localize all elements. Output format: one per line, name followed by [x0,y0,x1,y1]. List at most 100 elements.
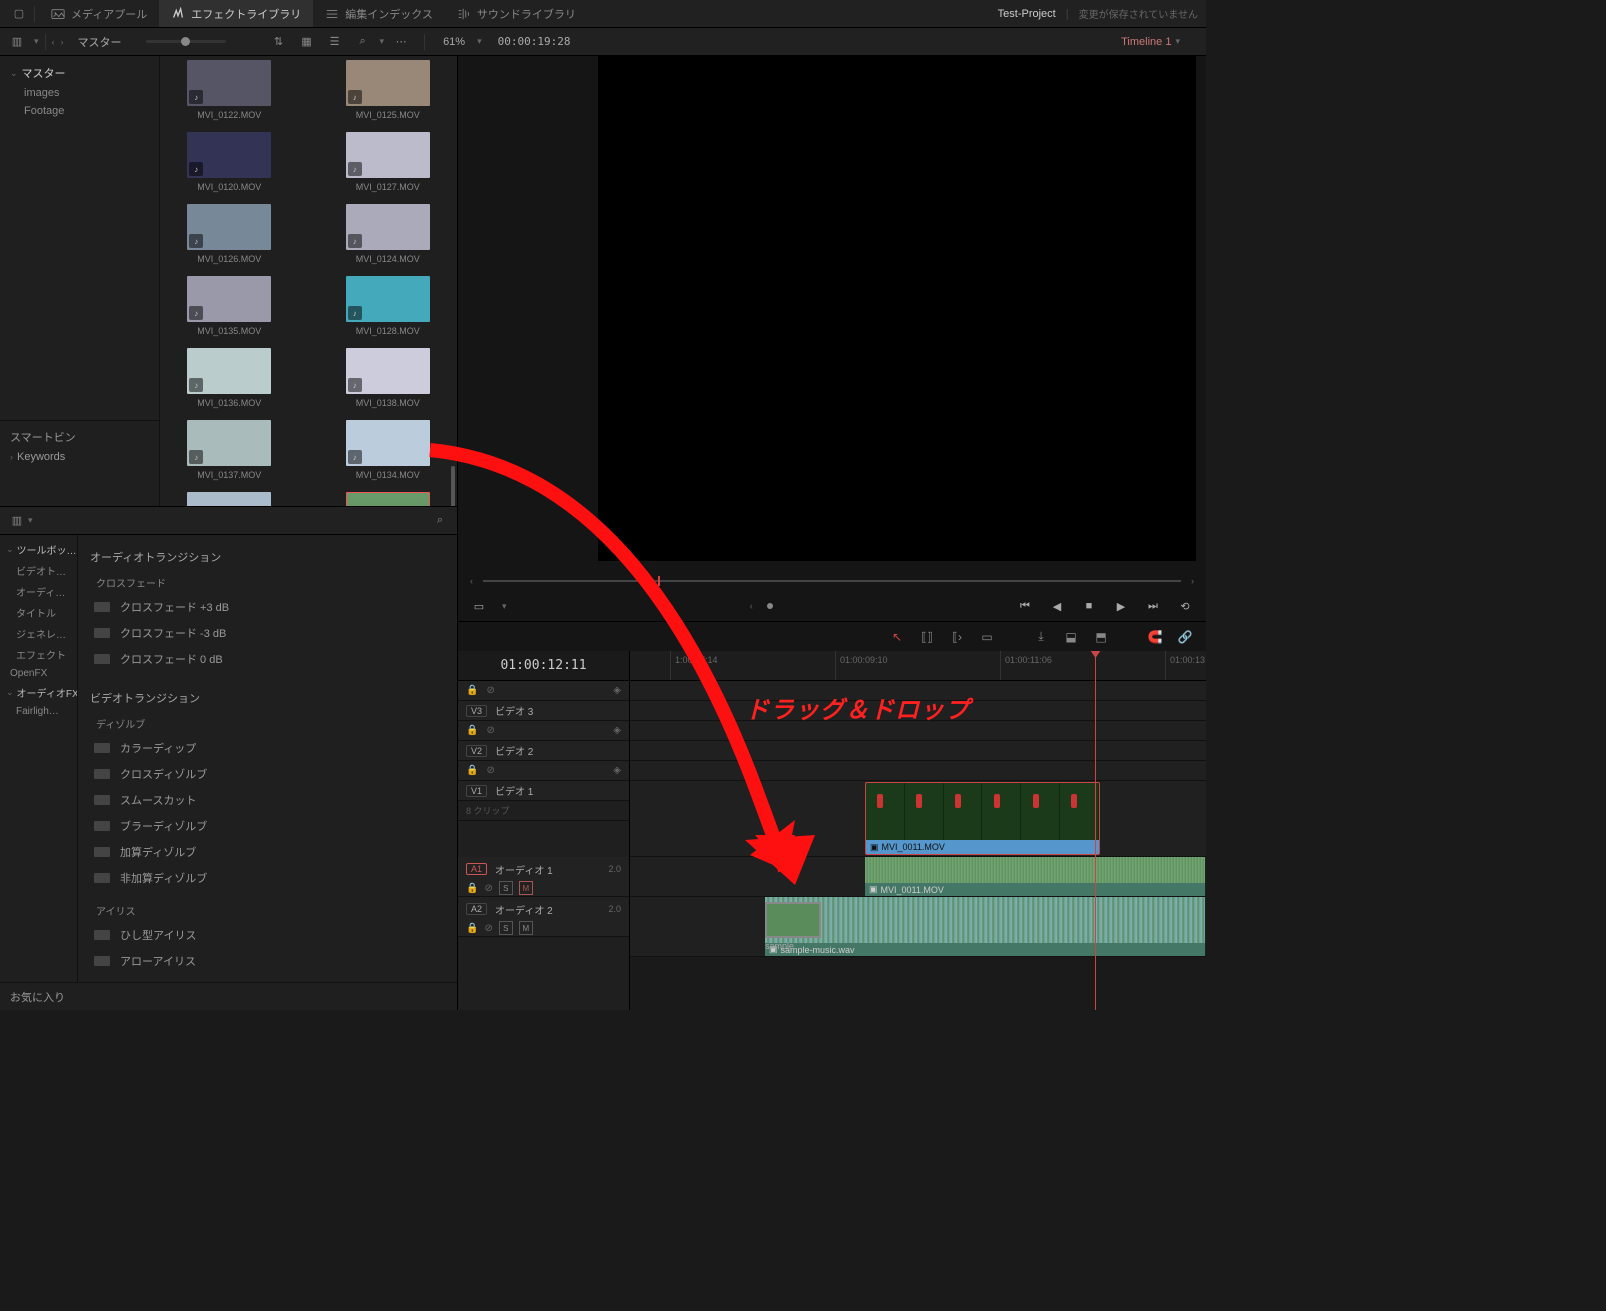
scrub-track[interactable] [483,580,1181,582]
fx-item[interactable]: カラーディップ [90,735,445,761]
media-clip[interactable]: ♪MVI_0135.MOV [170,276,289,336]
mute-button[interactable]: M [519,921,533,935]
fx-item[interactable]: スムースカット [90,787,445,813]
lane-a2[interactable]: ▣sample-music.wav sample… [630,897,1206,957]
prev-mark-icon[interactable]: ‹ [470,576,473,586]
media-clip[interactable]: ♪MVI_0136.MOV [170,348,289,408]
media-clip[interactable]: ♪MVI_0120.MOV [170,132,289,192]
last-frame-icon[interactable]: ⏭ [1144,597,1162,615]
lane-v1-ctrl[interactable] [630,761,1206,781]
tab-edit-index[interactable]: 編集インデックス [313,0,445,27]
lock-icon[interactable]: 🔒 [466,923,478,934]
fx-tree-item[interactable]: エフェクト [0,644,77,665]
tab-sound-library[interactable]: サウンドライブラリ [445,0,588,27]
lane-v2-ctrl[interactable] [630,721,1206,741]
list-view-icon[interactable]: ☰ [324,31,346,53]
disable-icon[interactable]: ⊘ [486,685,494,696]
dynamic-trim-icon[interactable]: ⟦› [948,628,966,646]
media-clip[interactable]: ♪MVI_0125.MOV [329,60,448,120]
thumb-size-slider[interactable] [146,40,226,43]
marker-icon[interactable]: ◈ [613,765,621,776]
zoom-value[interactable]: 61% [443,36,465,48]
media-clip[interactable]: ♪sample-music.wav [329,492,448,506]
fx-item[interactable]: クロスフェード -3 dB [90,620,445,646]
nav-back-icon[interactable]: ‹ [52,37,55,47]
media-clip[interactable]: ♪MVI_0126.MOV [170,204,289,264]
breadcrumb[interactable]: マスター [70,34,130,50]
media-clip[interactable]: ♪MVI_0137.MOV [170,420,289,480]
loop-icon[interactable]: ⟲ [1176,597,1194,615]
timeline-selector[interactable]: Timeline 1 ▾ [1121,36,1180,48]
disable-icon[interactable]: ⊘ [486,765,494,776]
lock-icon[interactable]: 🔒 [466,765,478,776]
panel-layout-icon[interactable]: ▥ [6,510,28,532]
fx-tree-item[interactable]: ビデオト… [0,560,77,581]
lane-a1[interactable]: ▣MVI_0011.MOV [630,857,1206,897]
fx-item[interactable]: 非加算ディゾルブ [90,865,445,891]
tab-effects-library[interactable]: エフェクトライブラリ [159,0,313,27]
trim-tool-icon[interactable]: ⟦⟧ [918,628,936,646]
solo-button[interactable]: S [499,921,513,935]
link-icon[interactable]: 🔗 [1176,628,1194,646]
crop-icon[interactable]: ▭ [470,597,488,615]
fx-item[interactable]: 加算ディゾルブ [90,839,445,865]
fx-tree-audiofx[interactable]: ⌄オーディオFX [0,682,77,703]
lane-v2[interactable] [630,741,1206,761]
track-head-v1[interactable]: V1 ビデオ 1 [458,781,629,801]
bin-images[interactable]: images [0,84,159,102]
workspace-switch-icon[interactable]: ▢ [8,3,30,25]
first-frame-icon[interactable]: ⏮ [1016,597,1034,615]
chevron-down-icon[interactable]: ▾ [34,36,39,47]
lane-v3-ctrl[interactable] [630,681,1206,701]
bin-footage[interactable]: Footage [0,102,159,120]
replace-icon[interactable]: ⬒ [1092,628,1110,646]
solo-button[interactable]: S [499,881,513,895]
playhead[interactable] [1095,651,1096,1010]
video-clip[interactable]: ▣MVI_0011.MOV [865,782,1100,855]
track-head-v2[interactable]: V2 ビデオ 2 [458,741,629,761]
audio-clip-dropped[interactable]: ▣sample-music.wav [765,897,1205,956]
search-icon[interactable]: ⌕ [429,510,451,532]
media-clip[interactable]: ♪MVI_0138.MOV [329,348,448,408]
viewer[interactable] [598,56,1196,561]
fx-search-input[interactable] [39,513,423,528]
panel-layout-icon[interactable]: ▥ [6,31,28,53]
lock-icon[interactable]: 🔒 [466,685,478,696]
marker-icon[interactable]: ◈ [613,685,621,696]
fx-tree-item[interactable]: ジェネレ… [0,623,77,644]
next-mark-icon[interactable]: › [1191,576,1194,586]
fx-item[interactable]: ブラーディゾルブ [90,813,445,839]
scrub-head[interactable] [658,576,660,586]
mute-button[interactable]: M [519,881,533,895]
media-clip[interactable]: ♪MVI_0122.MOV [170,60,289,120]
grid-view-icon[interactable]: ▦ [296,31,318,53]
fx-tree-item[interactable]: Fairligh… [0,703,77,720]
blade-tool-icon[interactable]: ▭ [978,628,996,646]
lock-icon[interactable]: 🔒 [466,883,478,894]
nav-fwd-icon[interactable]: › [61,37,64,47]
selection-tool-icon[interactable]: ↖ [888,628,906,646]
lock-icon[interactable]: 🔒 [466,725,478,736]
smartbin-keywords[interactable]: › Keywords [0,448,159,466]
media-clip[interactable]: ♪MVI_0134.MOV [329,420,448,480]
lane-v3[interactable] [630,701,1206,721]
media-clip[interactable]: ♪MVI_0128.MOV [329,276,448,336]
play-reverse-icon[interactable]: ◀ [1048,597,1066,615]
media-clip[interactable]: ♪MVI_0127.MOV [329,132,448,192]
track-head-a2[interactable]: A2 オーディオ 2 2.0 🔒 ⊘ S M [458,897,629,937]
fx-tree-item[interactable]: オーディ… [0,581,77,602]
lane-v1[interactable]: ▣MVI_0011.MOV [630,781,1206,857]
bin-root[interactable]: ⌄ マスター [0,62,159,84]
search-icon[interactable]: ⌕ [352,31,374,53]
media-clip[interactable]: ♪MVI_0124.MOV [329,204,448,264]
disable-icon[interactable]: ⊘ [486,725,494,736]
more-icon[interactable]: ⋯ [390,31,412,53]
snap-icon[interactable]: 🧲 [1146,628,1164,646]
fx-tree-item[interactable]: OpenFX [0,665,77,682]
fx-item[interactable]: クロスディゾルブ [90,761,445,787]
insert-icon[interactable]: ⤓ [1032,628,1050,646]
fx-tree-item[interactable]: タイトル [0,602,77,623]
fx-tree-toolbox[interactable]: ⌄ツールボッ… [0,539,77,560]
fx-item[interactable]: ひし型アイリス [90,922,445,948]
track-head-v3[interactable]: V3 ビデオ 3 [458,701,629,721]
